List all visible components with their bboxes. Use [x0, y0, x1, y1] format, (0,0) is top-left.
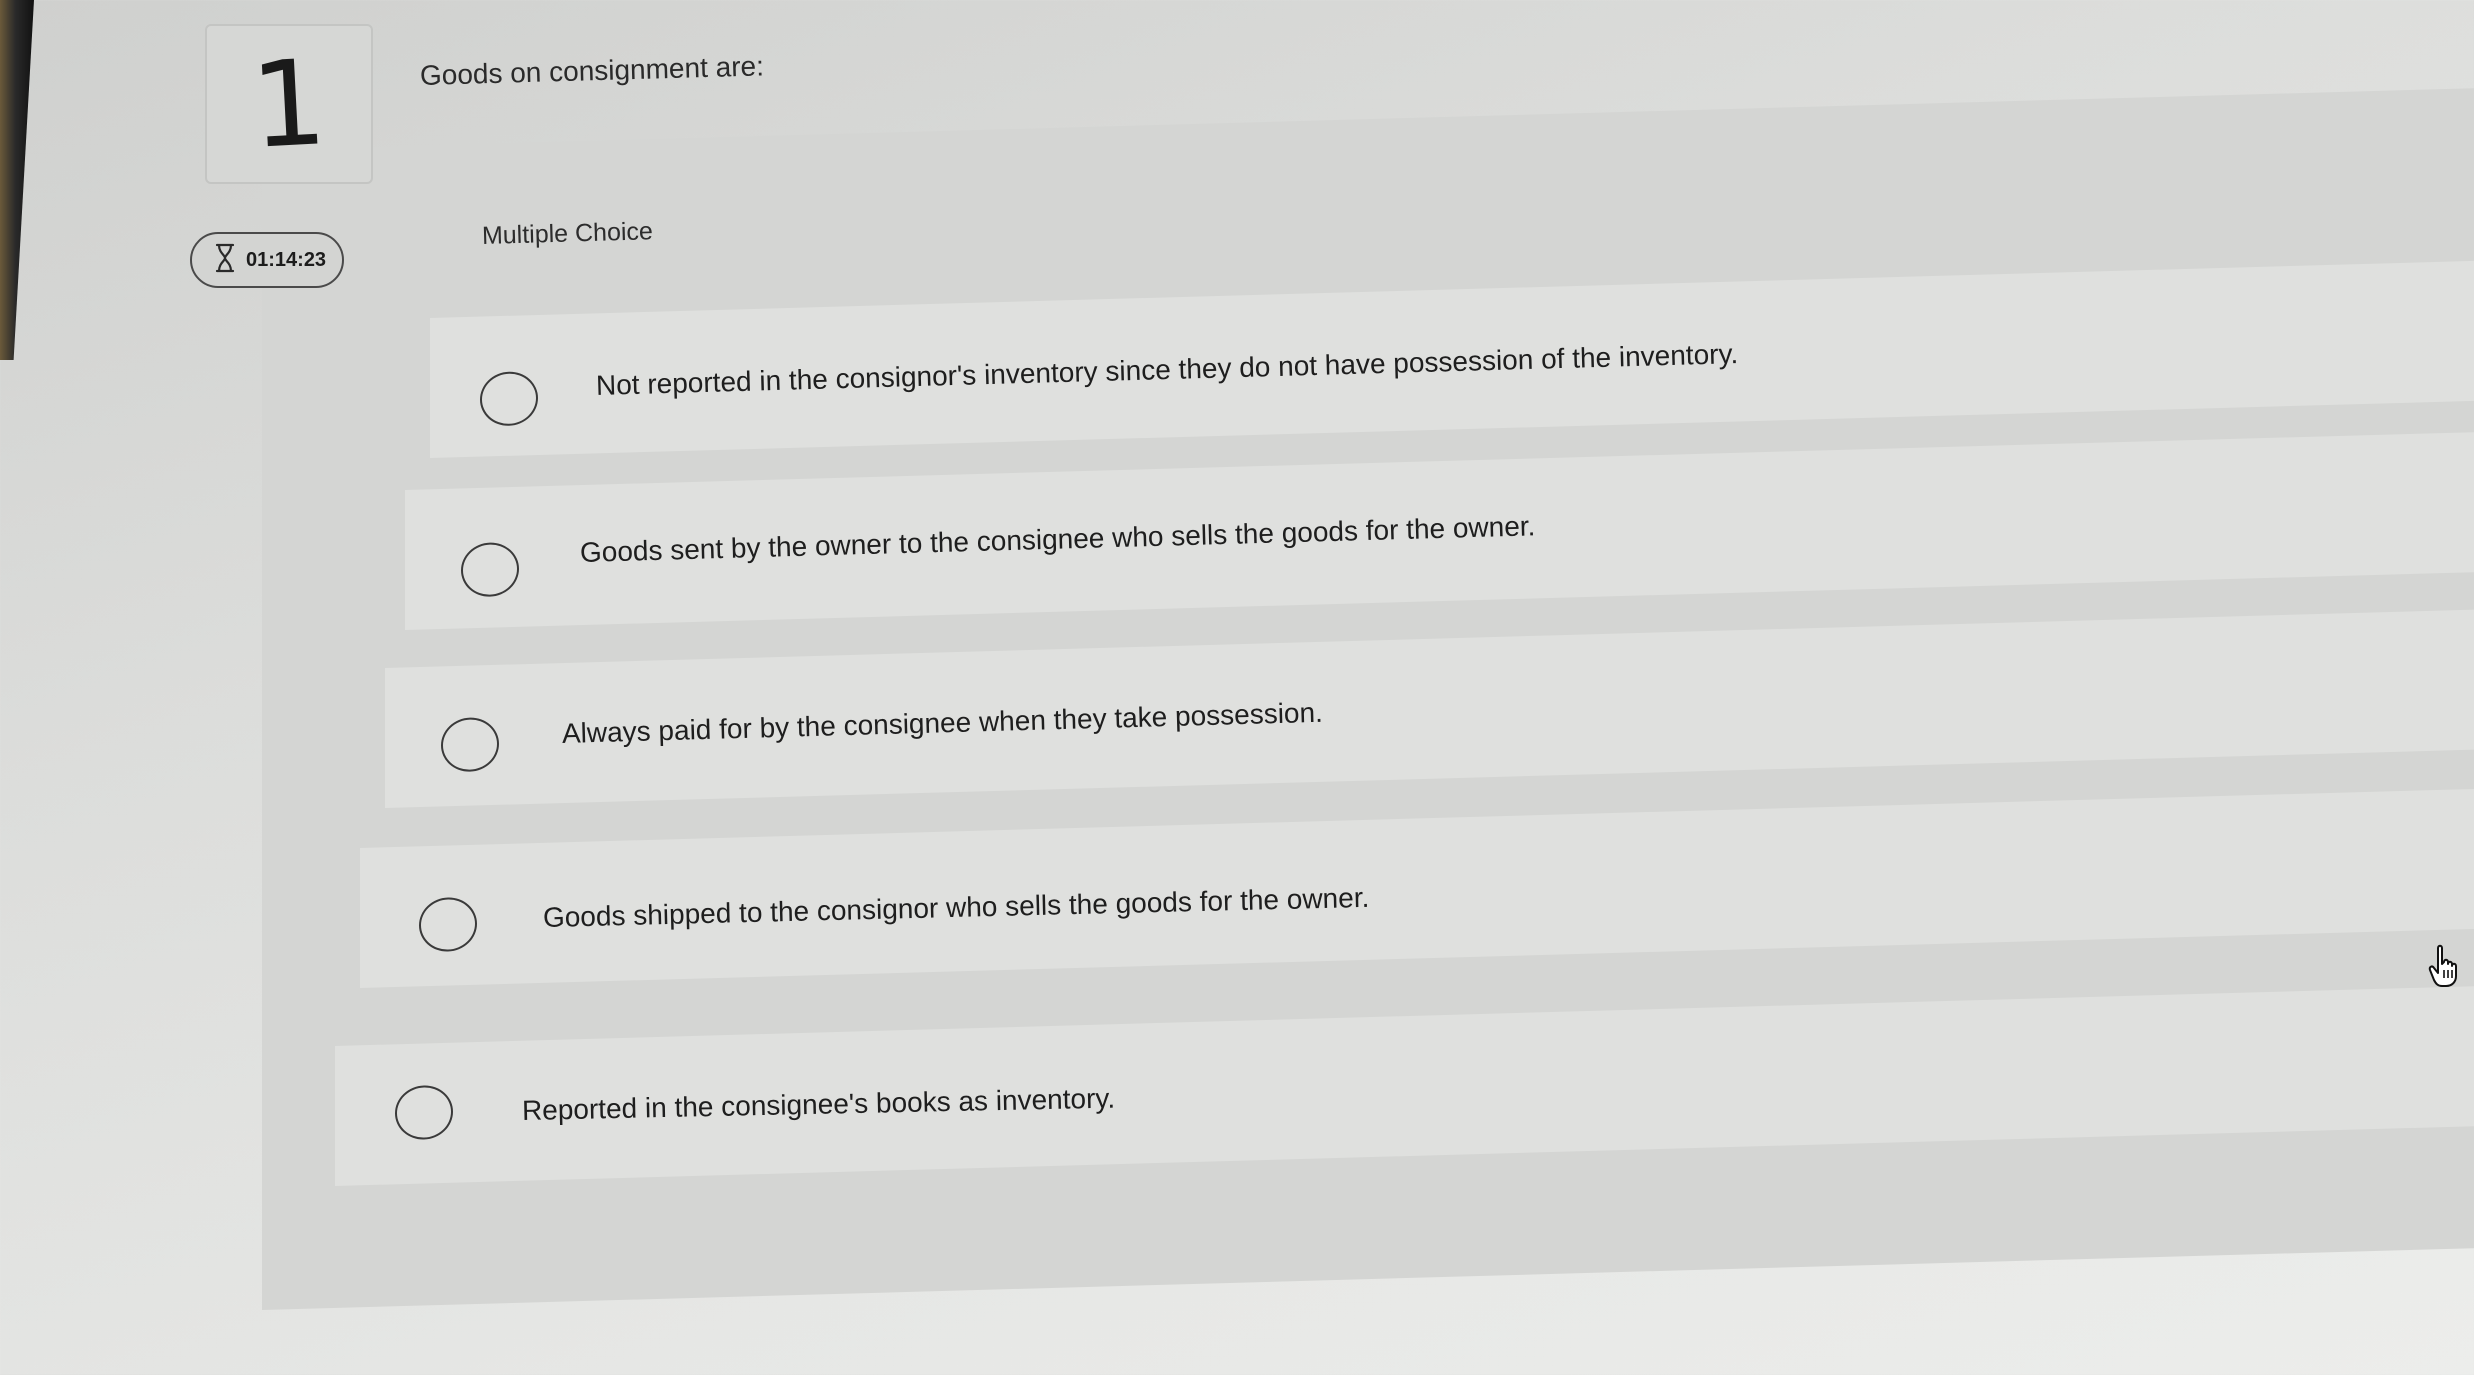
question-prompt: Goods on consignment are:	[419, 50, 765, 91]
screen-bezel	[0, 0, 34, 360]
hourglass-icon	[214, 243, 236, 278]
question-number: 1	[247, 33, 331, 175]
radio-circle-icon[interactable]	[441, 716, 499, 773]
radio-circle-icon[interactable]	[419, 896, 477, 953]
radio-circle-icon[interactable]	[395, 1084, 453, 1141]
question-number-box: 1	[205, 24, 373, 184]
radio-circle-icon[interactable]	[461, 541, 519, 598]
question-type-label: Multiple Choice	[481, 217, 654, 250]
radio-circle-icon[interactable]	[480, 370, 538, 427]
hand-pointer-icon	[2428, 944, 2457, 987]
timer-value: 01:14:23	[246, 248, 327, 271]
timer-badge[interactable]: 01:14:23	[190, 232, 344, 288]
